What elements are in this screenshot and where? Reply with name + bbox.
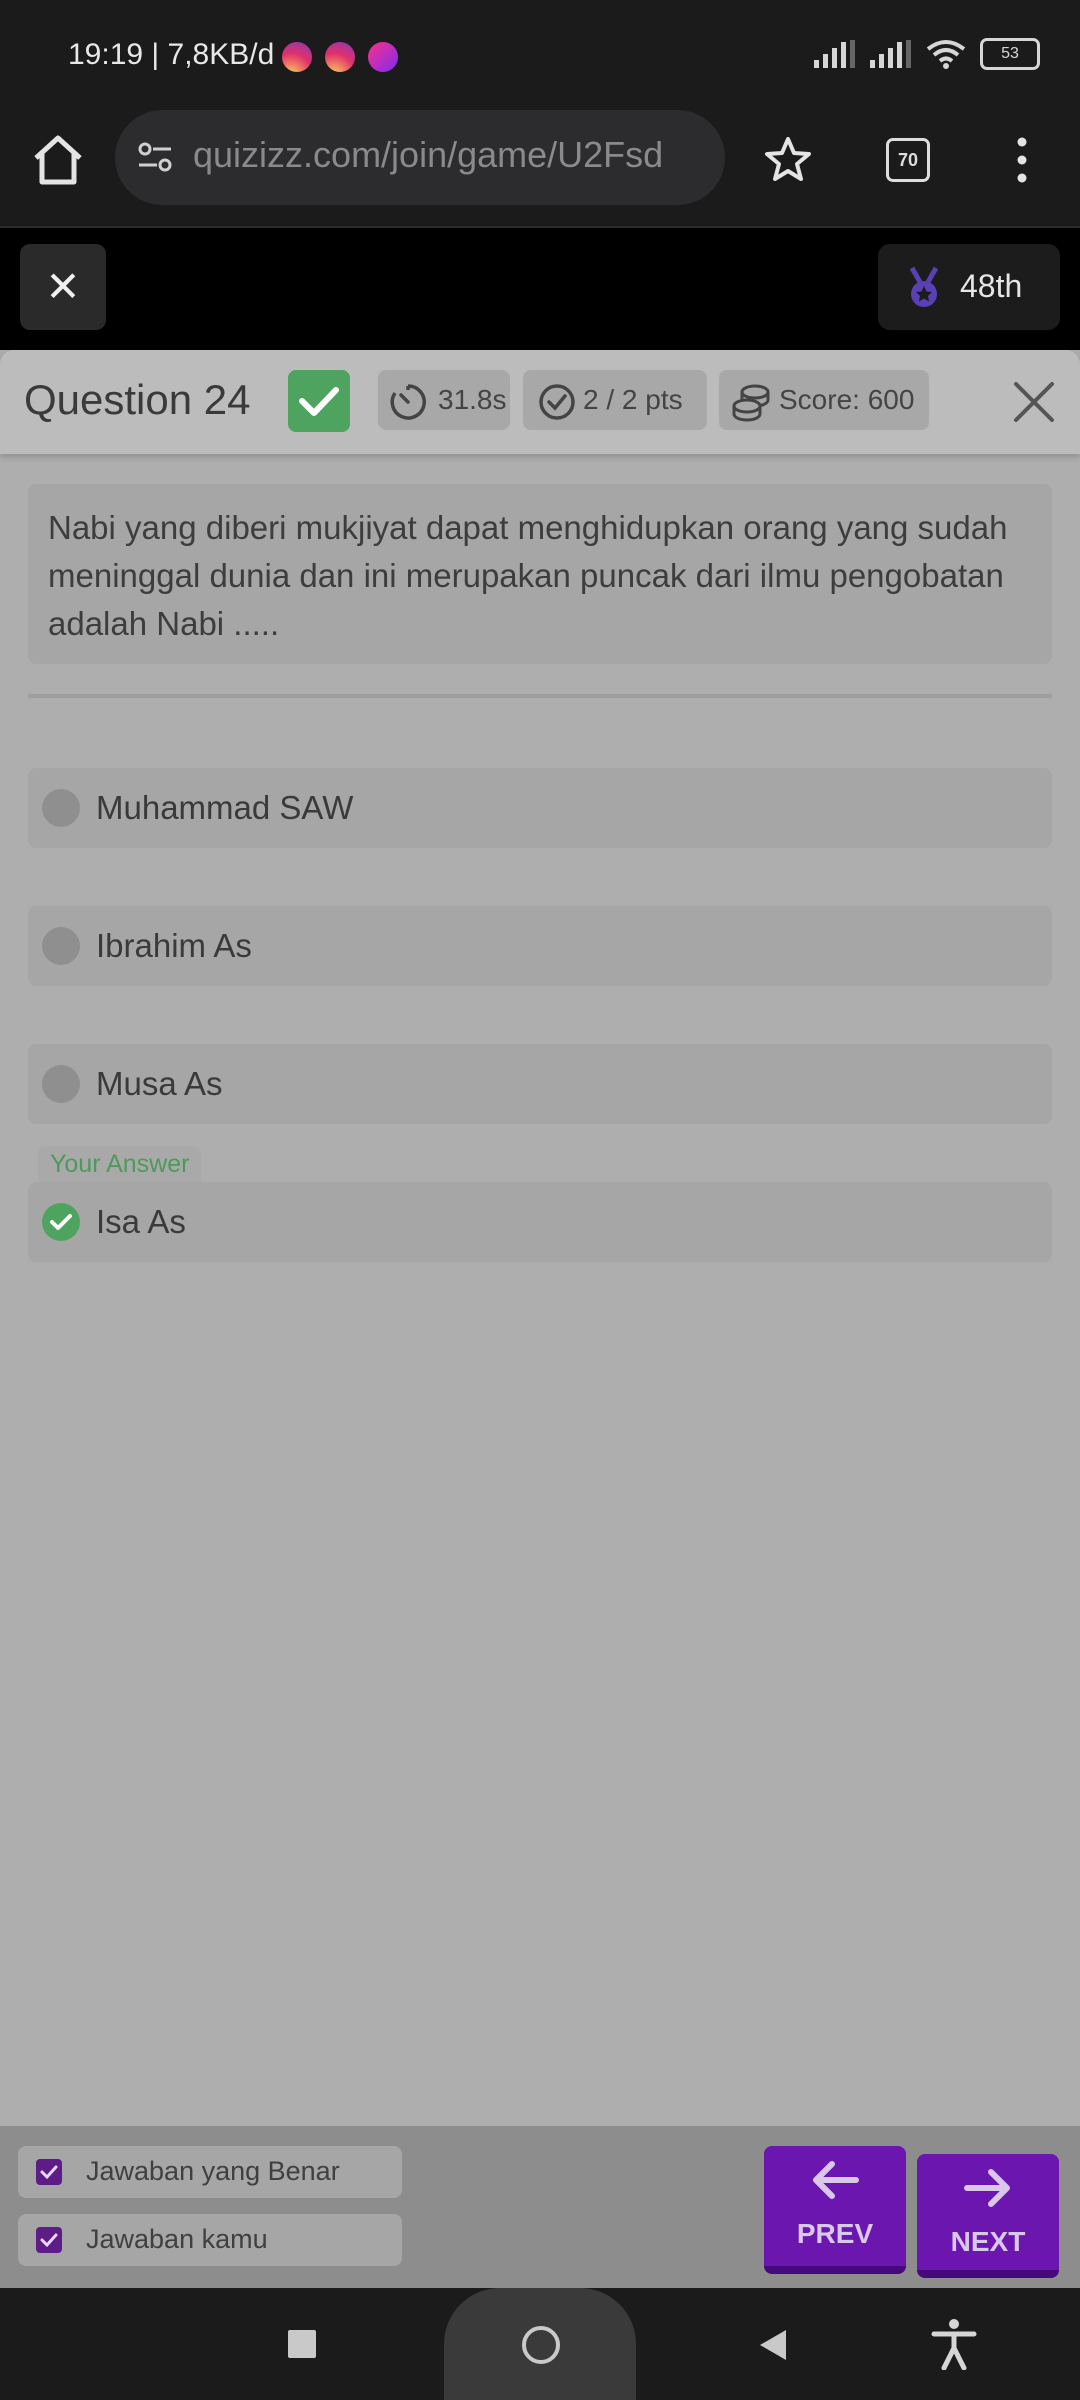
quiz-topbar: ✕ 48th	[0, 228, 1080, 350]
tab-switcher-button[interactable]: 70	[886, 138, 930, 182]
question-title: Question 24	[24, 376, 251, 423]
wifi-icon	[926, 40, 966, 69]
close-icon[interactable]	[1010, 378, 1058, 426]
check-icon	[299, 387, 339, 416]
browser-toolbar: quizizz.com/join/game/U2Fsd 70	[0, 110, 1080, 228]
recents-icon[interactable]	[288, 2330, 316, 2358]
answer-option-selected: Isa As	[28, 1182, 1052, 1262]
bookmark-star-icon[interactable]	[762, 134, 814, 186]
answer-option: Muhammad SAW	[28, 768, 1052, 848]
check-circle-icon	[539, 384, 575, 420]
score-chip: Score: 600	[719, 370, 929, 430]
prev-label: PREV	[796, 2218, 874, 2249]
home-pill[interactable]	[444, 2288, 636, 2400]
next-button[interactable]: NEXT	[917, 2154, 1059, 2278]
time-chip: 31.8s	[378, 370, 510, 430]
battery-icon: 53	[980, 38, 1040, 70]
system-navigation-bar	[0, 2288, 1080, 2400]
arrow-right-icon	[964, 2169, 1010, 2207]
exit-quiz-button[interactable]: ✕	[20, 244, 106, 330]
status-indicators: 53	[814, 38, 1040, 70]
option-label: Musa As	[96, 1065, 223, 1102]
timer-icon	[390, 384, 426, 420]
radio-icon	[42, 1065, 80, 1103]
url-text[interactable]: quizizz.com/join/game/U2Fsd	[193, 134, 715, 176]
option-label: Isa As	[96, 1203, 186, 1240]
prev-button[interactable]: PREV	[764, 2146, 906, 2274]
legend-label: Jawaban yang Benar	[86, 2156, 340, 2186]
legend-correct-answer[interactable]: Jawaban yang Benar	[18, 2146, 402, 2198]
signal-icon	[814, 40, 855, 68]
legend-your-answer[interactable]: Jawaban kamu	[18, 2214, 402, 2266]
review-panel: Question 24 31.8s 2 / 2 pts Score: 600 N…	[0, 350, 1080, 2126]
home-circle-icon	[522, 2326, 560, 2364]
status-bar: 19:19 | 7,8KB/d 53	[0, 0, 1080, 110]
review-footer: Jawaban yang Benar Jawaban kamu PREV NEX…	[0, 2126, 1080, 2288]
score-value: Score: 600	[779, 384, 915, 415]
radio-icon	[42, 927, 80, 965]
option-label: Ibrahim As	[96, 927, 252, 964]
rank-badge: 48th	[878, 244, 1060, 330]
time-value: 31.8s	[438, 384, 507, 415]
correct-badge	[288, 370, 350, 432]
instagram-icon	[282, 42, 312, 72]
site-settings-icon[interactable]	[135, 137, 175, 177]
check-circle-icon	[42, 1203, 80, 1241]
medal-icon	[909, 266, 939, 307]
instagram-icon	[325, 42, 355, 72]
next-label: NEXT	[950, 2226, 1026, 2257]
points-chip: 2 / 2 pts	[523, 370, 707, 430]
signal-icon	[870, 40, 911, 68]
more-options-icon[interactable]	[1010, 134, 1034, 186]
coins-icon	[732, 384, 770, 422]
answer-option: Ibrahim As	[28, 906, 1052, 986]
question-header: Question 24 31.8s 2 / 2 pts Score: 600	[0, 350, 1080, 454]
answer-option: Musa As	[28, 1044, 1052, 1124]
rank-text: 48th	[960, 268, 1023, 304]
option-label: Muhammad SAW	[96, 789, 354, 826]
accessibility-icon[interactable]	[930, 2318, 978, 2370]
arrow-left-icon	[813, 2161, 859, 2199]
points-value: 2 / 2 pts	[583, 384, 683, 415]
radio-icon	[42, 789, 80, 827]
divider	[28, 694, 1052, 698]
checkbox-checked-icon[interactable]	[36, 2227, 62, 2253]
address-bar[interactable]: quizizz.com/join/game/U2Fsd	[115, 110, 725, 205]
back-icon[interactable]	[756, 2328, 788, 2362]
checkbox-checked-icon[interactable]	[36, 2159, 62, 2185]
home-icon[interactable]	[28, 130, 88, 190]
picsart-icon	[368, 42, 398, 72]
status-time: 19:19 | 7,8KB/d	[68, 38, 275, 71]
legend-label: Jawaban kamu	[86, 2224, 268, 2254]
question-card: Nabi yang diberi mukjiyat dapat menghidu…	[28, 484, 1052, 664]
question-text: Nabi yang diberi mukjiyat dapat menghidu…	[48, 509, 1008, 642]
your-answer-tag: Your Answer	[38, 1146, 202, 1182]
